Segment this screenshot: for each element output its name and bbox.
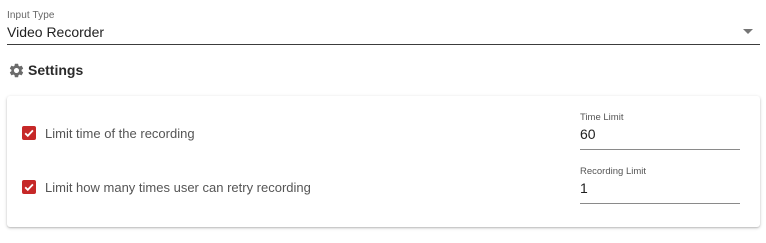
recording-limit-checkbox-label: Limit how many times user can retry reco… [45,180,311,195]
settings-heading: Settings [8,61,83,79]
input-type-select[interactable]: Input Type Video Recorder [7,8,760,45]
time-limit-field-label: Time Limit [580,112,624,123]
dropdown-arrow-icon[interactable] [743,29,753,34]
time-limit-checkbox[interactable] [22,126,36,140]
input-type-label: Input Type [7,10,55,21]
settings-title: Settings [28,62,84,78]
time-limit-field-value: 60 [580,126,596,142]
gear-icon [8,62,25,79]
checkmark-icon [24,129,34,138]
checkmark-icon [24,183,34,192]
settings-card: Limit time of the recording Time Limit 6… [7,96,760,227]
time-limit-field[interactable]: Time Limit 60 [580,112,740,150]
recording-limit-field-label: Recording Limit [580,166,646,177]
recording-limit-row: Limit how many times user can retry reco… [7,166,760,206]
recording-limit-checkbox[interactable] [22,180,36,194]
recording-limit-field[interactable]: Recording Limit 1 [580,166,740,204]
recording-limit-field-value: 1 [580,180,588,196]
time-limit-checkbox-label: Limit time of the recording [45,126,195,141]
time-limit-row: Limit time of the recording Time Limit 6… [7,112,760,152]
input-type-value: Video Recorder [7,24,105,40]
